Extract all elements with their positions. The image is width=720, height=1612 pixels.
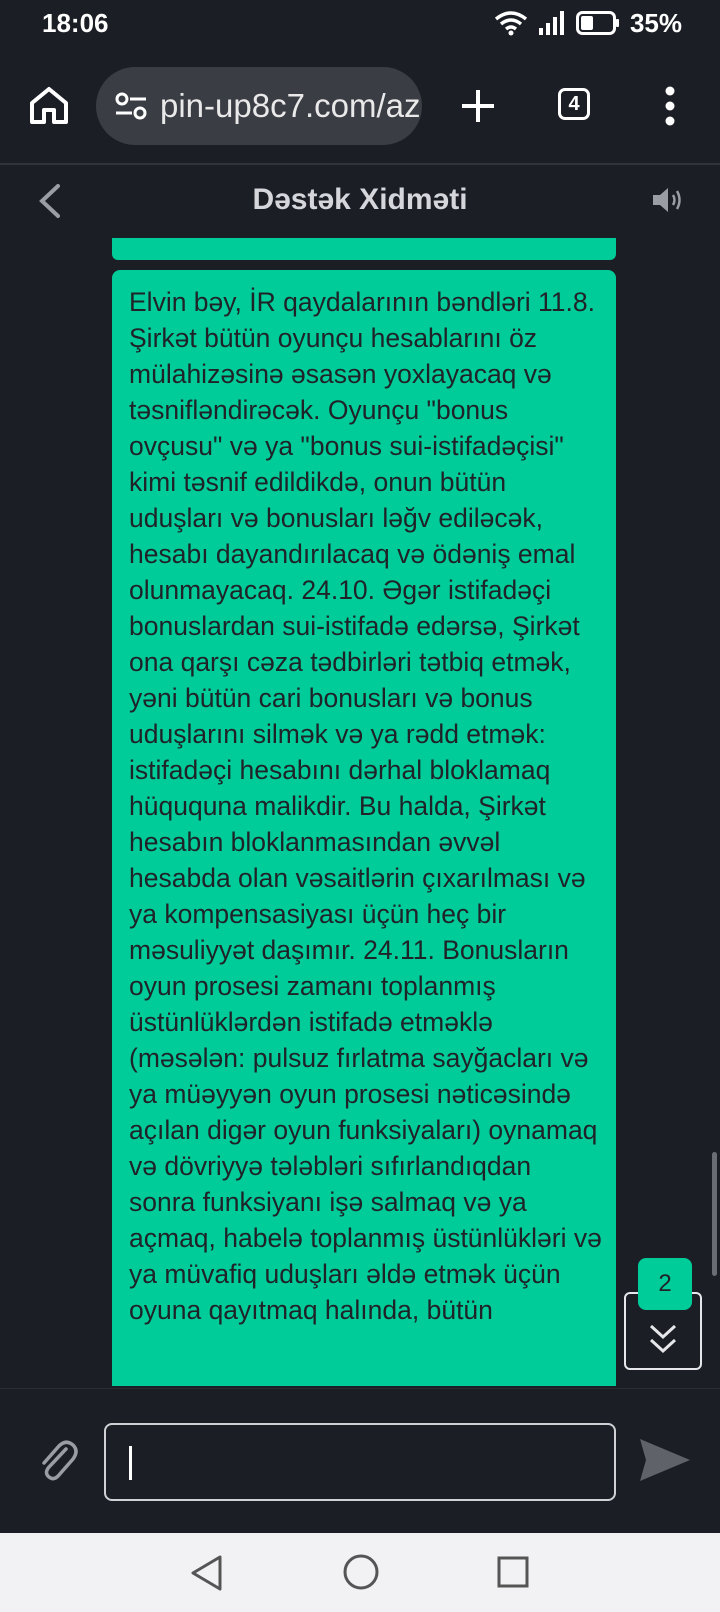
status-icons: 35% [494, 8, 682, 39]
status-time: 18:06 [42, 7, 109, 38]
previous-message-bubble [112, 238, 616, 260]
double-chevron-down-icon [649, 1324, 677, 1354]
message-bubble: Elvin bəy, İR qaydalarının bəndləri 11.8… [112, 270, 616, 1386]
nav-back-icon[interactable] [188, 1553, 224, 1593]
battery-icon [575, 11, 619, 35]
unread-count: 2 [658, 1270, 672, 1297]
nav-recents-icon[interactable] [496, 1555, 530, 1589]
unread-count-badge[interactable]: 2 [638, 1258, 692, 1310]
more-menu-icon[interactable] [664, 86, 676, 126]
speaker-icon[interactable] [650, 185, 686, 215]
page-title: Dəstək Xidməti [252, 183, 468, 216]
chat-header: Dəstək Xidməti [0, 165, 720, 235]
paperclip-icon[interactable] [36, 1437, 78, 1485]
browser-toolbar: pin-up8c7.com/az 4 [0, 60, 720, 156]
new-tab-icon[interactable] [458, 86, 498, 126]
scrollbar[interactable] [712, 1152, 717, 1276]
url-text[interactable]: pin-up8c7.com/az [160, 87, 420, 125]
chat-messages[interactable]: Elvin bəy, İR qaydalarının bəndləri 11.8… [0, 238, 720, 1386]
site-settings-icon[interactable] [114, 91, 150, 121]
address-bar[interactable]: pin-up8c7.com/az [96, 67, 422, 145]
message-text: Elvin bəy, İR qaydalarının bəndləri 11.8… [129, 287, 602, 1325]
text-caret [129, 1446, 132, 1480]
system-nav-bar [0, 1533, 720, 1612]
wifi-icon [494, 11, 528, 36]
nav-home-icon[interactable] [342, 1553, 380, 1591]
message-composer [0, 1388, 720, 1534]
status-bar: 18:06 35% [0, 0, 720, 46]
signal-icon [538, 11, 564, 35]
battery-percent: 35% [629, 7, 682, 38]
tab-switcher-button[interactable]: 4 [558, 88, 590, 120]
tab-count: 4 [568, 92, 580, 115]
send-icon[interactable] [638, 1437, 692, 1483]
message-input[interactable] [104, 1423, 616, 1501]
home-icon[interactable] [28, 84, 70, 126]
